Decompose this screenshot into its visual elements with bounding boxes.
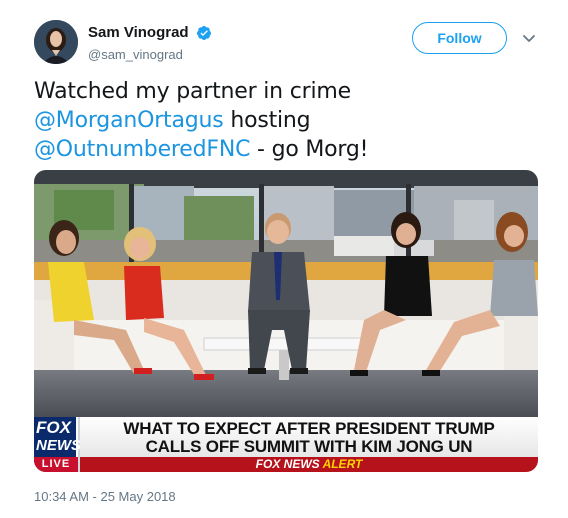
- tv-studio-scene: [34, 170, 538, 417]
- tweet-text-line1: Watched my partner in crime: [34, 79, 351, 104]
- tweet-text: Watched my partner in crime @MorganOrtag…: [34, 77, 534, 164]
- logo-news-text: NEWS: [36, 437, 81, 454]
- mention-outnumberedfnc[interactable]: @OutnumberedFNC: [34, 137, 250, 162]
- chevron-down-icon[interactable]: [520, 30, 538, 48]
- tweet-timestamp[interactable]: 10:34 AM - 25 May 2018: [34, 489, 176, 504]
- logo-fox-text: FOX: [36, 418, 71, 437]
- mention-morganortagus[interactable]: @MorganOrtagus: [34, 108, 224, 133]
- display-name[interactable]: Sam Vinograd: [88, 24, 189, 41]
- alert-prefix: FOX NEWS: [255, 457, 320, 471]
- alert-word: ALERT: [322, 457, 363, 471]
- tweet-text-go-morg: - go Morg!: [250, 137, 369, 162]
- tweet-media-image[interactable]: FOX NEWS LIVE WHAT TO EXPECT AFTER PRESI…: [34, 170, 538, 472]
- user-names: Sam Vinograd @sam_vinograd: [88, 24, 212, 62]
- user-handle[interactable]: @sam_vinograd: [88, 47, 212, 62]
- alert-bar: FOX NEWS ALERT: [80, 457, 538, 472]
- headline-line-2: CALLS OFF SUMMIT WITH KIM JONG UN: [145, 437, 473, 456]
- headline-line-1: WHAT TO EXPECT AFTER PRESIDENT TRUMP: [123, 419, 495, 438]
- follow-button[interactable]: Follow: [412, 22, 507, 54]
- news-lower-third: FOX NEWS LIVE WHAT TO EXPECT AFTER PRESI…: [34, 417, 538, 472]
- tweet-header: Sam Vinograd @sam_vinograd Follow: [34, 18, 544, 66]
- logo-live-text: LIVE: [34, 457, 78, 472]
- tweet-text-hosting: hosting: [223, 108, 311, 133]
- fox-news-logo: FOX NEWS LIVE: [34, 417, 81, 472]
- headline-banner: WHAT TO EXPECT AFTER PRESIDENT TRUMP CAL…: [80, 417, 538, 457]
- verified-badge-icon: [197, 25, 212, 40]
- avatar[interactable]: [34, 20, 78, 64]
- alert-text: FOX NEWS ALERT: [80, 457, 538, 472]
